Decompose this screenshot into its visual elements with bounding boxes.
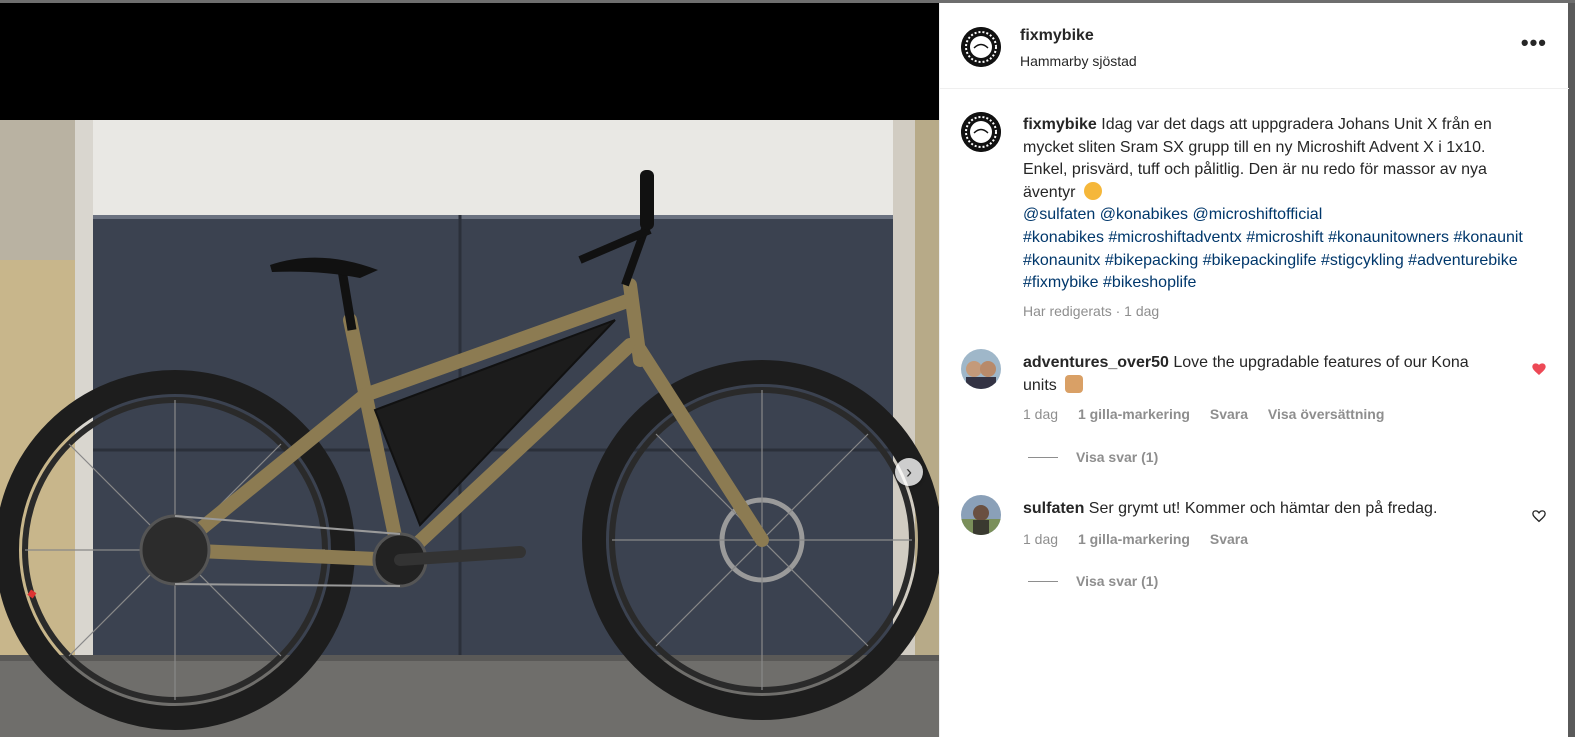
post-header: fixmybike Hammarby sjöstad ••• xyxy=(940,3,1569,89)
hashtag-link[interactable]: #microshiftadventx xyxy=(1108,229,1241,246)
more-options-button[interactable]: ••• xyxy=(1520,30,1547,55)
reply-button[interactable]: Svara xyxy=(1210,406,1248,422)
next-image-button[interactable]: › xyxy=(895,458,923,486)
comment-likes[interactable]: 1 gilla-markering xyxy=(1078,531,1190,547)
commenter-avatar[interactable] xyxy=(961,349,1001,389)
translate-button[interactable]: Visa översättning xyxy=(1268,406,1384,422)
edited-timestamp: Har redigerats · 1 dag xyxy=(1023,303,1160,319)
comment-body: adventures_over50 Love the upgradable fe… xyxy=(1023,352,1503,397)
comment-username[interactable]: adventures_over50 xyxy=(1023,354,1169,371)
hashtag-link[interactable]: #konaunit xyxy=(1453,229,1522,246)
replies-divider xyxy=(1028,580,1058,582)
hashtag-link[interactable]: #konaunitx xyxy=(1023,252,1100,269)
caption-author-avatar[interactable] xyxy=(961,112,1001,152)
hashtag-link[interactable]: #konabikes xyxy=(1023,229,1104,246)
hashtag-link[interactable]: #konaunitowners xyxy=(1328,229,1449,246)
chevron-right-icon: › xyxy=(906,462,912,482)
star-eyes-emoji-icon xyxy=(1083,181,1102,200)
post-media: ◆ › xyxy=(0,3,939,737)
heart-icon[interactable] xyxy=(1531,361,1547,377)
mentions-list: @sulfaten @konabikes @microshiftofficial xyxy=(1023,204,1523,227)
hashtag-link[interactable]: #microshift xyxy=(1246,229,1323,246)
comment-text: Ser grymt ut! Kommer och hämtar den på f… xyxy=(1088,500,1438,517)
comment-likes[interactable]: 1 gilla-markering xyxy=(1078,406,1190,422)
bike-photo: ◆ xyxy=(0,120,939,737)
fixmybike-logo-icon xyxy=(961,112,1001,152)
fixmybike-logo-icon xyxy=(961,27,1001,67)
comment-body: sulfaten Ser grymt ut! Kommer och hämtar… xyxy=(1023,498,1503,521)
hashtag-link[interactable]: #bikeshoplife xyxy=(1103,274,1196,291)
view-replies-button[interactable]: Visa svar (1) xyxy=(1028,449,1158,465)
post-caption: fixmybike Idag var det dags att uppgrade… xyxy=(1023,114,1523,295)
hashtag-link[interactable]: #bikepacking xyxy=(1105,252,1198,269)
avatar-photo xyxy=(961,495,1001,535)
reply-button[interactable]: Svara xyxy=(1210,531,1248,547)
hashtag-link[interactable]: #fixmybike xyxy=(1023,274,1099,291)
hashtags-list: #konabikes #microshiftadventx #microshif… xyxy=(1023,227,1523,295)
mention-link[interactable]: @konabikes xyxy=(1100,206,1188,223)
view-replies-label: Visa svar (1) xyxy=(1076,449,1159,465)
hashtag-link[interactable]: #stigcykling xyxy=(1321,252,1404,269)
post-location[interactable]: Hammarby sjöstad xyxy=(1020,53,1137,69)
mention-link[interactable]: @sulfaten xyxy=(1023,206,1095,223)
view-replies-button[interactable]: Visa svar (1) xyxy=(1028,573,1158,589)
clapping-hands-emoji-icon xyxy=(1065,374,1084,393)
heart-outline-icon[interactable] xyxy=(1531,508,1547,524)
comment-meta: 1 dag 1 gilla-markering Svara Visa övers… xyxy=(1023,406,1400,422)
comment-time[interactable]: 1 dag xyxy=(1023,531,1058,547)
hashtag-link[interactable]: #adventurebike xyxy=(1408,252,1517,269)
post-side-panel: fixmybike Hammarby sjöstad ••• fixmybike… xyxy=(939,3,1569,737)
post-modal: ◆ › fixmybike Hammarby sjöstad ••• fixmy… xyxy=(0,3,1569,737)
replies-divider xyxy=(1028,456,1058,458)
comment-time[interactable]: 1 dag xyxy=(1023,406,1058,422)
commenter-avatar[interactable] xyxy=(961,495,1001,535)
mention-link[interactable]: @microshiftofficial xyxy=(1192,206,1322,223)
hashtag-link[interactable]: #bikepackinglife xyxy=(1203,252,1317,269)
caption-username[interactable]: fixmybike xyxy=(1023,116,1097,133)
comment-username[interactable]: sulfaten xyxy=(1023,500,1084,517)
more-horizontal-icon: ••• xyxy=(1520,30,1547,55)
view-replies-label: Visa svar (1) xyxy=(1076,573,1159,589)
comment-meta: 1 dag 1 gilla-markering Svara xyxy=(1023,531,1264,547)
author-username[interactable]: fixmybike xyxy=(1020,27,1094,45)
author-avatar[interactable] xyxy=(961,27,1001,67)
avatar-photo xyxy=(961,349,1001,389)
